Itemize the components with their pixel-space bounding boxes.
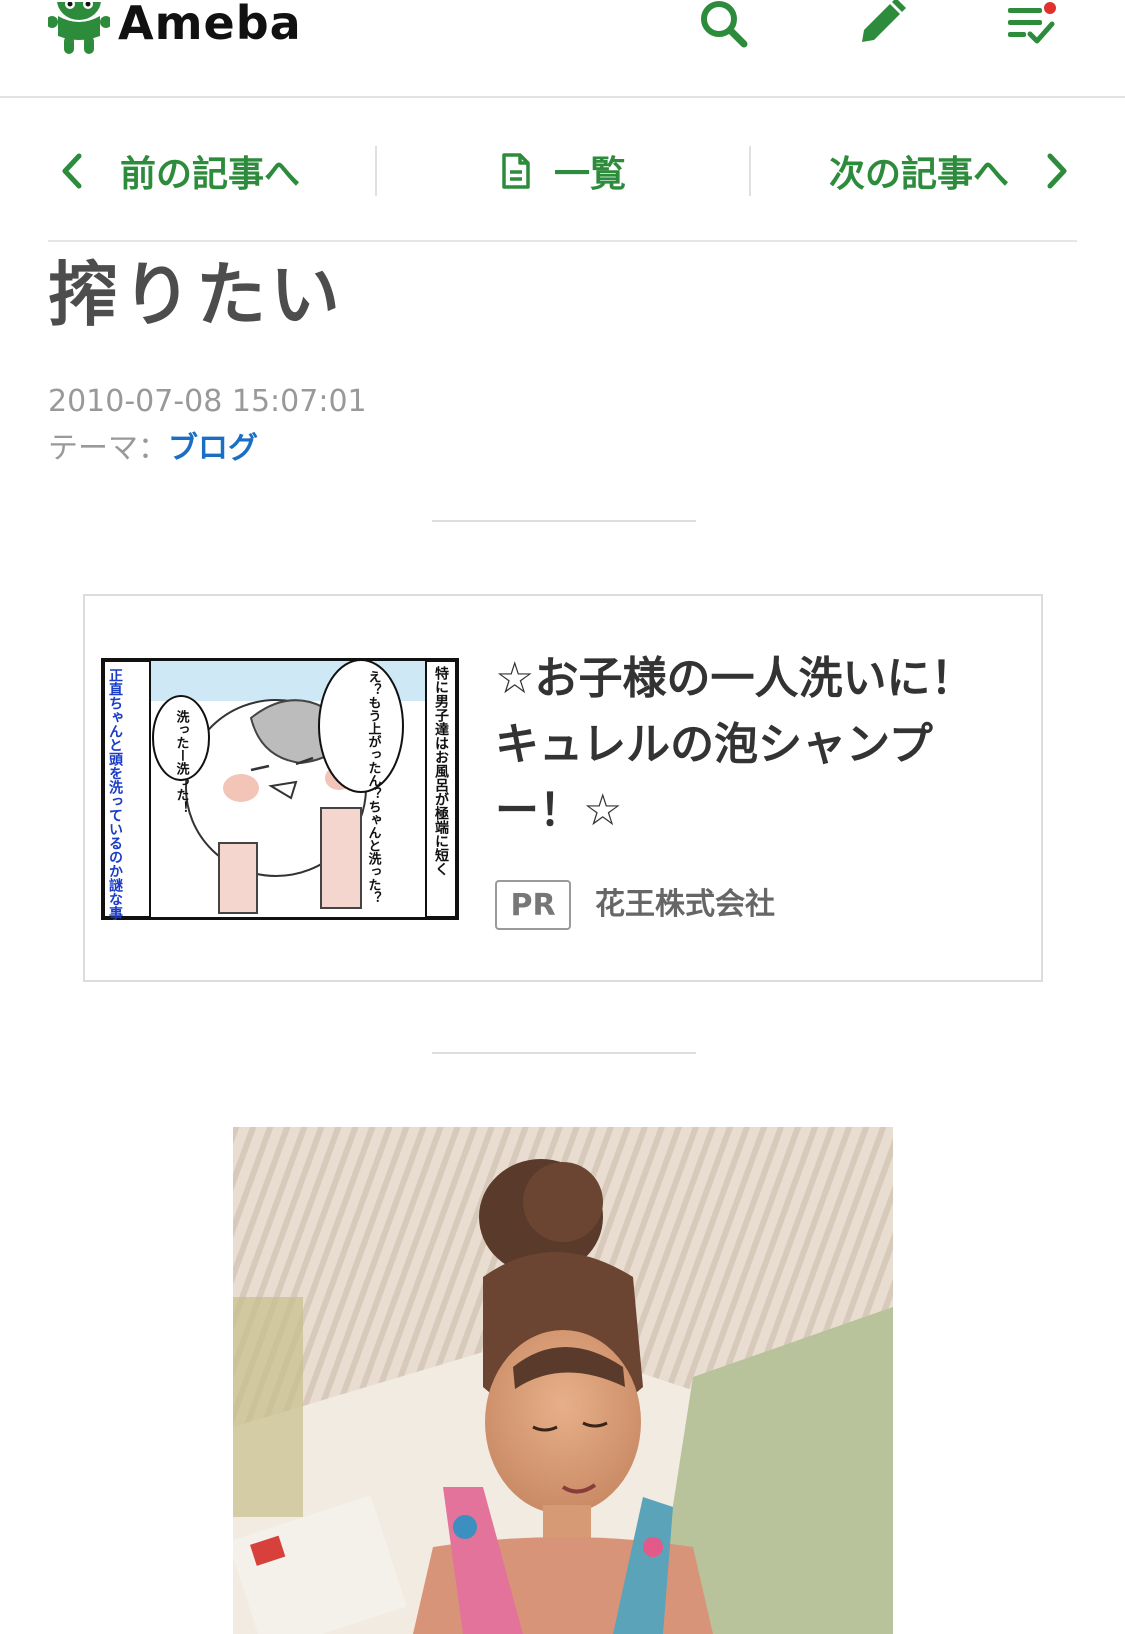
search-icon (701, 1, 748, 48)
nav-divider-line (48, 240, 1077, 242)
ad-title[interactable]: ☆お子様の一人洗いに！キュレルの泡シャンプー！☆ (495, 646, 995, 844)
pencil-icon (862, 0, 906, 42)
ad-thumb-bubble-big: え？もう上がったん？ちゃんと洗った？ (366, 670, 382, 904)
ad-thumbnail[interactable]: 正直ちゃんと頭を洗っているのか謎な事が多々あります（笑） 特に男子達はお風呂が極… (101, 658, 459, 1060)
prev-article-link[interactable]: 前の記事へ (48, 130, 375, 212)
document-icon (502, 153, 530, 189)
entry-title: 搾りたい (48, 254, 344, 336)
section-divider (432, 520, 696, 522)
chevron-right-icon (1047, 153, 1067, 189)
sponsored-ad[interactable]: 正直ちゃんと頭を洗っているのか謎な事が多々あります（笑） 特に男子達はお風呂が極… (83, 594, 1043, 1060)
app-header: Ameba (0, 0, 1125, 98)
ameba-logo[interactable]: Ameba (46, 0, 302, 60)
theme-link[interactable]: ブログ (168, 431, 258, 466)
write-post-button[interactable] (850, 0, 910, 54)
theme-prefix: テーマ： (48, 431, 168, 466)
chevron-left-icon (62, 153, 82, 189)
notification-dot (1042, 0, 1058, 16)
pr-badge: PR (495, 880, 571, 930)
feed-button[interactable] (1000, 0, 1060, 54)
article-nav: 前の記事へ 一覧 次の記事へ (48, 130, 1077, 212)
search-button[interactable] (694, 0, 754, 54)
next-article-label: 次の記事へ (828, 154, 1009, 195)
logo-text: Ameba (118, 0, 302, 50)
article-list-link[interactable]: 一覧 (377, 130, 750, 212)
next-article-link[interactable]: 次の記事へ (751, 130, 1077, 212)
ad-thumb-left-caption: 正直ちゃんと頭を洗っているのか謎な事が多々あります（笑） (107, 668, 124, 920)
entry-date: 2010-07-08 15:07:01 (48, 384, 367, 419)
section-divider (432, 1052, 696, 1054)
ad-thumb-right-caption: 特に男子達はお風呂が極端に短く (433, 665, 449, 876)
ameba-mascot-icon (46, 0, 112, 58)
entry-theme: テーマ：ブログ (48, 430, 258, 468)
ad-sponsor: 花王株式会社 (595, 887, 775, 922)
entry-photo[interactable] (233, 1127, 893, 1634)
article-list-label: 一覧 (553, 154, 626, 195)
ad-thumb-bubble-small: 洗ったー洗った！ (174, 709, 190, 814)
prev-article-label: 前の記事へ (120, 154, 301, 195)
